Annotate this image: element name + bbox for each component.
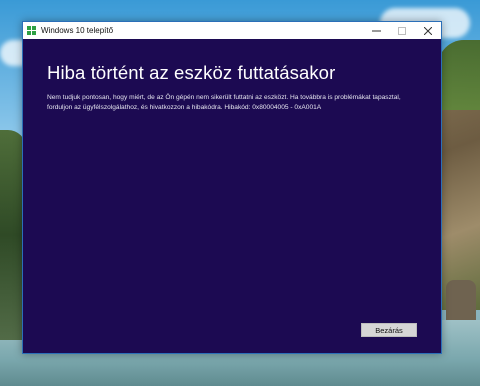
- window-title: Windows 10 telepítő: [41, 26, 114, 35]
- maximize-icon: [398, 26, 406, 35]
- windows-logo-icon: [27, 26, 36, 35]
- close-icon: [424, 26, 432, 35]
- error-heading: Hiba történt az eszköz futtatásakor: [47, 62, 336, 83]
- minimize-icon: [371, 30, 381, 32]
- close-button[interactable]: Bezárás: [361, 323, 417, 337]
- maximize-button[interactable]: [389, 22, 415, 39]
- title-bar[interactable]: Windows 10 telepítő: [23, 22, 441, 39]
- error-content: Hiba történt az eszköz futtatásakor Nem …: [47, 62, 421, 112]
- close-window-button[interactable]: [415, 22, 441, 39]
- error-message: Nem tudjuk pontosan, hogy miért, de az Ö…: [47, 94, 401, 111]
- minimize-button[interactable]: [363, 22, 389, 39]
- setup-window: Windows 10 telepítő Hiba történt az eszk…: [22, 21, 442, 354]
